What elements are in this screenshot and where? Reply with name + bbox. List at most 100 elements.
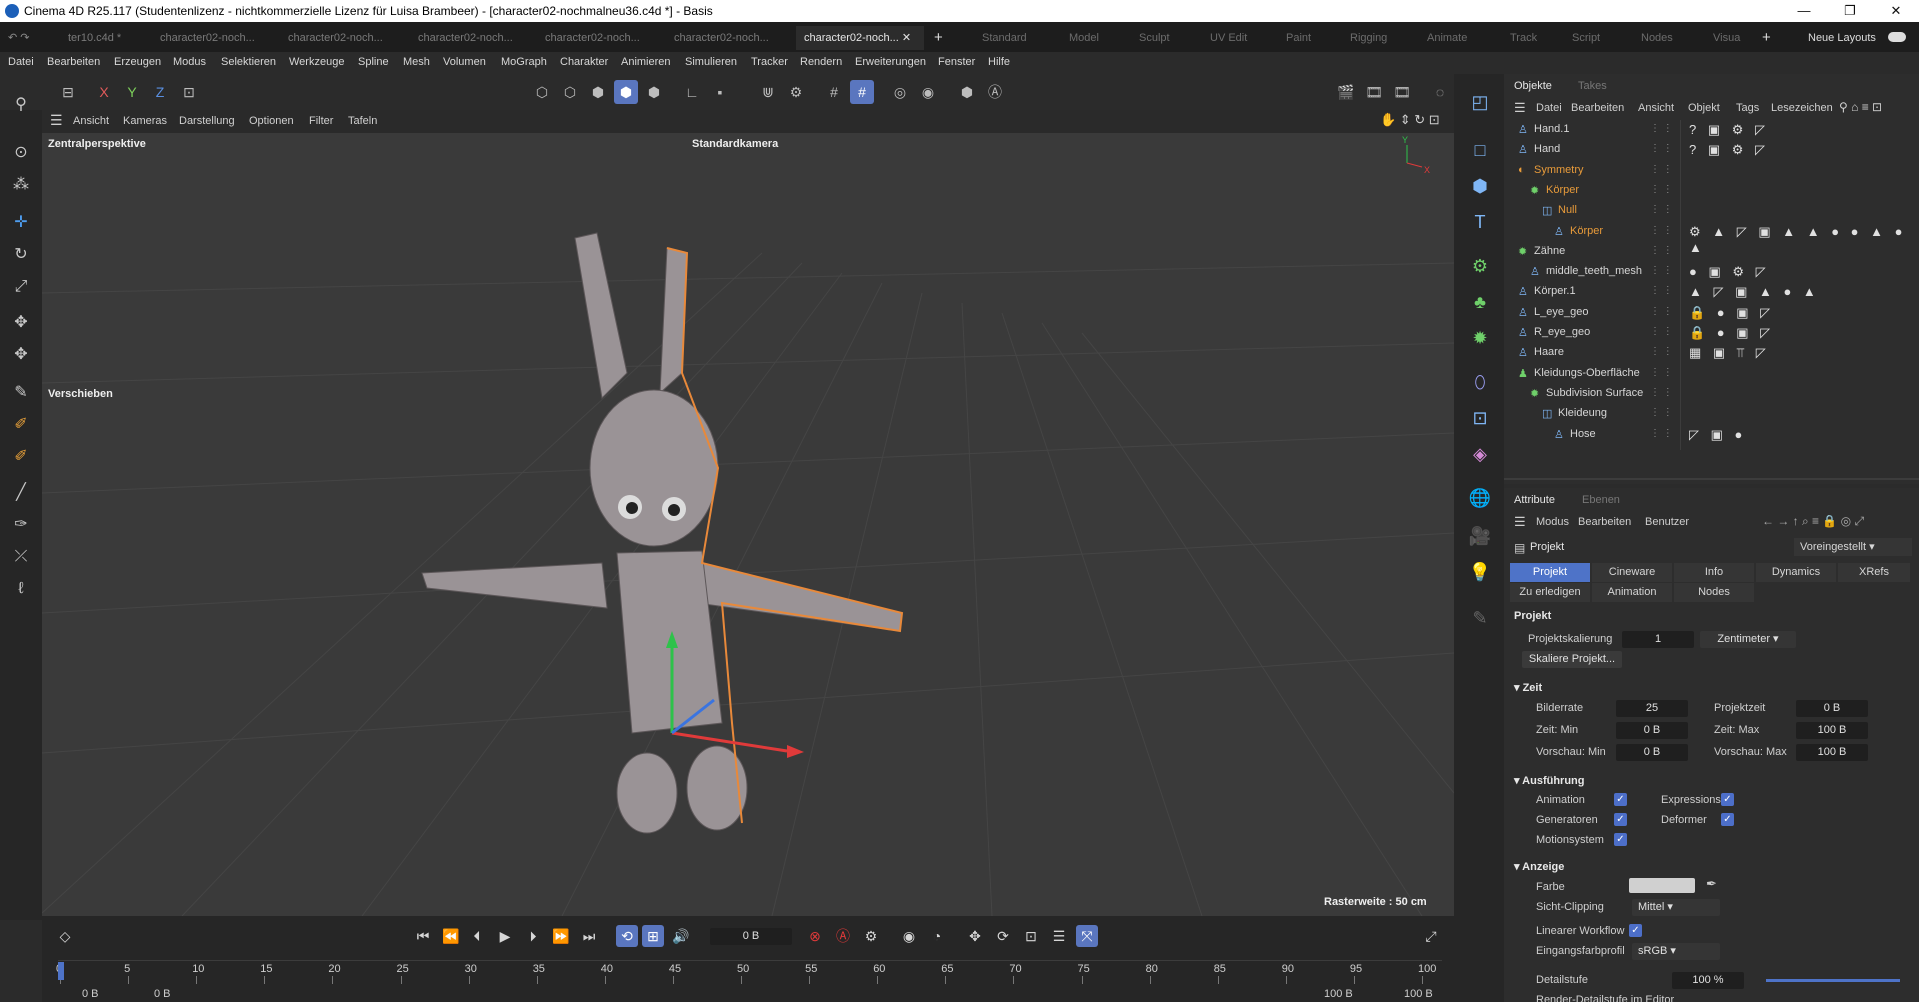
- spline-pen-icon[interactable]: ✎: [8, 380, 34, 406]
- detailstufe-field[interactable]: 100 %: [1672, 972, 1744, 989]
- preview-end[interactable]: 100 B: [1324, 988, 1353, 1000]
- goto-start-button[interactable]: ⏮: [412, 925, 434, 947]
- motion-record-icon[interactable]: ◉: [898, 925, 920, 947]
- skaliere-projekt-button[interactable]: Skaliere Projekt...: [1522, 651, 1622, 668]
- uv-mode-icon[interactable]: ∟: [680, 80, 704, 104]
- layout-paint[interactable]: Paint: [1286, 26, 1311, 50]
- object-tags[interactable]: 🔒 ● ▣ ◸: [1689, 305, 1774, 321]
- range-end[interactable]: 100 B: [1404, 988, 1433, 1000]
- magnet-icon[interactable]: ⋓: [756, 80, 780, 104]
- ptab-nodes[interactable]: Nodes: [1674, 583, 1754, 602]
- visibility-dots-icon[interactable]: ⋮ ⋮: [1650, 265, 1673, 276]
- object-row[interactable]: ♙ L_eye_geo ⋮ ⋮ 🔒 ● ▣ ◸: [1504, 303, 1919, 323]
- menu-rendern[interactable]: Rendern: [800, 56, 842, 68]
- menu-mograph[interactable]: MoGraph: [501, 56, 547, 68]
- eyedropper-icon[interactable]: ✒: [1706, 876, 1717, 892]
- scale-tool-alt-icon[interactable]: ✥: [8, 342, 34, 368]
- position-key-icon[interactable]: ✥: [964, 925, 986, 947]
- current-frame-field[interactable]: 0 B: [710, 928, 792, 945]
- measure-tool-icon[interactable]: ⤫: [8, 544, 34, 570]
- object-mode-icon[interactable]: ⬢: [642, 80, 666, 104]
- object-tags[interactable]: ◸ ▣ ●: [1689, 427, 1746, 443]
- visibility-dots-icon[interactable]: ⋮ ⋮: [1650, 285, 1673, 296]
- keyframe-icon[interactable]: ◇: [54, 925, 76, 947]
- points-mode-icon[interactable]: ⬡: [530, 80, 554, 104]
- object-row[interactable]: ♙ Hose ⋮ ⋮ ◸ ▣ ●: [1504, 425, 1919, 445]
- camera-object-icon[interactable]: ◰: [1466, 88, 1494, 116]
- lasso-tool-icon[interactable]: ℓ: [8, 576, 34, 602]
- field-icon[interactable]: ⊡: [1466, 404, 1494, 432]
- expand-timeline-icon[interactable]: ⤢: [1420, 925, 1442, 947]
- maximize-button[interactable]: ❐: [1827, 0, 1873, 22]
- detailstufe-slider[interactable]: [1766, 979, 1900, 982]
- menu-hilfe[interactable]: Hilfe: [988, 56, 1010, 68]
- tag-icon[interactable]: ◈: [1466, 440, 1494, 468]
- deformer-checkbox[interactable]: ✓: [1721, 813, 1734, 826]
- spline-sketch-icon[interactable]: ✐: [8, 412, 34, 438]
- layout-rigging[interactable]: Rigging: [1350, 26, 1387, 50]
- viewport-menu-ansicht[interactable]: Ansicht: [73, 115, 109, 127]
- preset-dropdown[interactable]: Voreingestellt ▾: [1794, 538, 1912, 556]
- eingangsfarbprofil-dropdown[interactable]: sRGB ▾: [1632, 943, 1720, 960]
- goto-end-button[interactable]: ⏭: [578, 925, 600, 947]
- sound-icon[interactable]: 🔊: [670, 925, 692, 947]
- object-tags[interactable]: 🔒 ● ▣ ◸: [1689, 325, 1774, 341]
- deformer-icon[interactable]: ⬯: [1466, 368, 1494, 396]
- minimize-button[interactable]: —: [1781, 0, 1827, 22]
- tab-ebenen[interactable]: Ebenen: [1582, 494, 1620, 506]
- om-menu-datei[interactable]: Datei: [1536, 102, 1562, 114]
- tab-document[interactable]: character02-noch...: [545, 26, 645, 50]
- render-settings-icon[interactable]: 🎞: [1390, 80, 1414, 104]
- menu-simulieren[interactable]: Simulieren: [685, 56, 737, 68]
- motionsystem-checkbox[interactable]: ✓: [1614, 833, 1627, 846]
- viewport-navigation-icons[interactable]: ✋ ⇕ ↻ ⊡: [1380, 112, 1440, 128]
- zeit-min-field[interactable]: 0 B: [1616, 722, 1688, 739]
- am-menu-modus[interactable]: Modus: [1536, 516, 1569, 528]
- object-tags[interactable]: ▲ ◸ ▣ ▲ ● ▲: [1689, 284, 1820, 300]
- layout-animate[interactable]: Animate: [1427, 26, 1467, 50]
- hamburger-icon[interactable]: ☰: [1514, 100, 1526, 116]
- bilderrate-field[interactable]: 25: [1616, 700, 1688, 717]
- keyframe-settings-icon[interactable]: ⚙: [860, 925, 882, 947]
- soft-selection-icon[interactable]: ◉: [916, 80, 940, 104]
- range-start[interactable]: 0 B: [82, 988, 99, 1000]
- menu-erweiterungen[interactable]: Erweiterungen: [855, 56, 926, 68]
- object-row[interactable]: ✹ Zähne ⋮ ⋮: [1504, 242, 1919, 262]
- visibility-dots-icon[interactable]: ⋮ ⋮: [1650, 184, 1673, 195]
- selection-tool-icon[interactable]: ⊙: [8, 140, 34, 166]
- layout-visualize[interactable]: Visua: [1713, 26, 1740, 50]
- loop-button[interactable]: ⟲: [616, 925, 638, 947]
- tab-document[interactable]: character02-noch...: [674, 26, 774, 50]
- rotation-key-icon[interactable]: ⟳: [992, 925, 1014, 947]
- add-layout-icon[interactable]: +: [1762, 26, 1771, 50]
- tab-document[interactable]: character02-noch...: [418, 26, 518, 50]
- render-picture-viewer-icon[interactable]: 🎞: [1362, 80, 1386, 104]
- coordinate-system-icon[interactable]: ⊡: [177, 80, 201, 104]
- record-icon[interactable]: ⊗: [804, 925, 826, 947]
- add-tab-button[interactable]: +: [934, 26, 943, 50]
- object-row[interactable]: ♙ Körper ⋮ ⋮ ⚙ ▲ ◸ ▣ ▲ ▲ ● ● ▲ ● ▲: [1504, 222, 1919, 255]
- visibility-dots-icon[interactable]: ⋮ ⋮: [1650, 428, 1673, 439]
- settings-gear-icon[interactable]: ⚙: [784, 80, 808, 104]
- om-menu-tags[interactable]: Tags: [1736, 102, 1759, 114]
- om-menu-ansicht[interactable]: Ansicht: [1638, 102, 1674, 114]
- ptab-animation[interactable]: Animation: [1592, 583, 1672, 602]
- rotate-tool-icon[interactable]: ↻: [8, 242, 34, 268]
- viewport-menu-filter[interactable]: Filter: [309, 115, 333, 127]
- tab-objekte[interactable]: Objekte: [1514, 80, 1552, 92]
- model-mode-icon[interactable]: ⬢: [614, 80, 638, 104]
- menu-bearbeiten[interactable]: Bearbeiten: [47, 56, 100, 68]
- snap-icon[interactable]: #: [822, 80, 846, 104]
- knife-tool-icon[interactable]: ✑: [8, 512, 34, 538]
- projektzeit-field[interactable]: 0 B: [1796, 700, 1868, 717]
- vorschau-max-field[interactable]: 100 B: [1796, 744, 1868, 761]
- section-anzeige[interactable]: ▾ Anzeige: [1514, 860, 1564, 873]
- menu-werkzeuge[interactable]: Werkzeuge: [289, 56, 344, 68]
- expressions-checkbox[interactable]: ✓: [1721, 793, 1734, 806]
- camera-icon[interactable]: 🎥: [1466, 522, 1494, 550]
- vorschau-min-field[interactable]: 0 B: [1616, 744, 1688, 761]
- cloner-icon[interactable]: ♣: [1466, 288, 1494, 316]
- visibility-dots-icon[interactable]: ⋮ ⋮: [1650, 326, 1673, 337]
- unit-dropdown[interactable]: Zentimeter ▾: [1700, 631, 1796, 648]
- layout-model[interactable]: Model: [1069, 26, 1099, 50]
